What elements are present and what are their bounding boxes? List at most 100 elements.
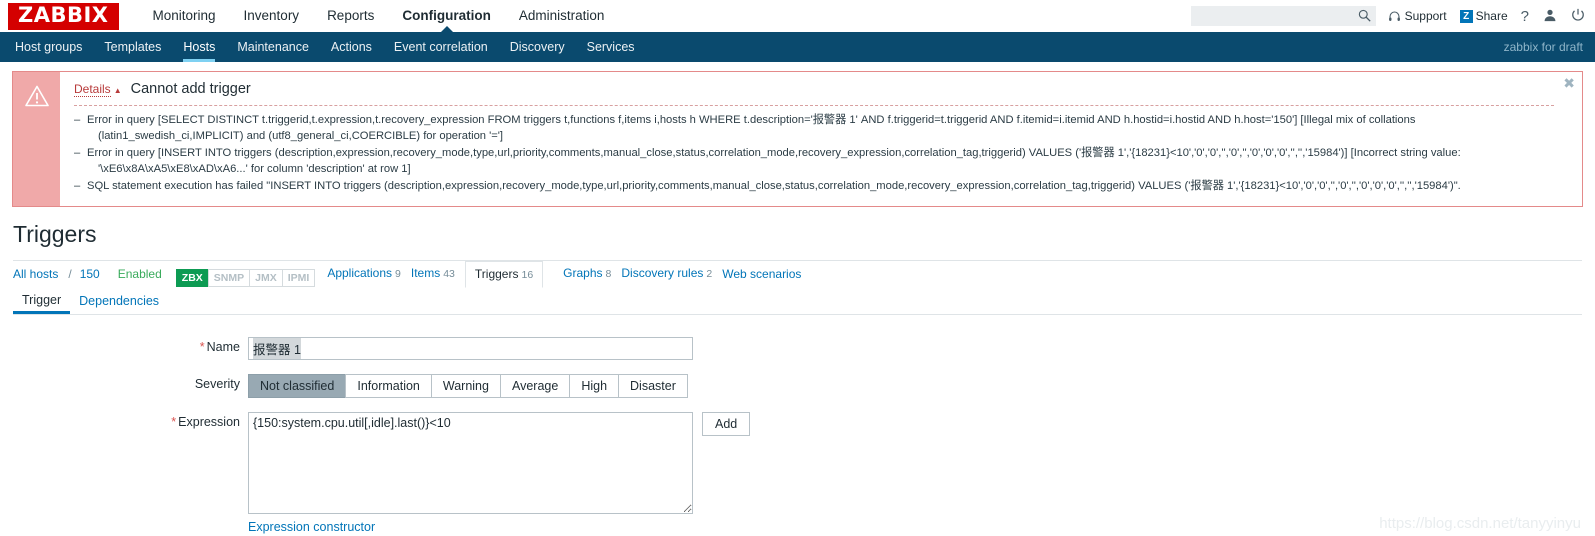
breadcrumb-discovery-rules-count: 2 [706,267,713,280]
error-detail-text: Error in query [INSERT INTO triggers (de… [87,147,1461,159]
warning-triangle-icon [24,85,49,110]
name-input[interactable]: 报警器 1 [248,336,693,360]
tag-snmp: SNMP [207,268,250,287]
breadcrumb-applications-label: Applications [327,265,393,280]
breadcrumb-items-count: 43 [443,267,455,280]
breadcrumb-separator: / [68,266,72,281]
breadcrumb-graphs-label: Graphs [563,265,603,280]
share-icon: Z [1459,9,1473,23]
subnav-item-host-groups[interactable]: Host groups [4,32,93,62]
breadcrumb-discovery-rules[interactable]: Discovery rules 2 [621,260,712,287]
breadcrumb-host[interactable]: 150 [80,261,100,287]
breadcrumb-items-label: Items [410,265,441,280]
name-control: 报警器 1 [248,336,693,360]
breadcrumb-web-scenarios[interactable]: Web scenarios [722,261,801,287]
question-icon: ? [1520,7,1529,25]
message-area: Details ▲ Cannot add trigger Error in qu… [0,62,1595,207]
main-menu: Monitoring Inventory Reports Configurati… [139,0,619,33]
breadcrumb-discovery-rules-label: Discovery rules [621,265,704,280]
host-status-label: Enabled [117,266,162,281]
menu-item-reports[interactable]: Reports [313,0,388,32]
trigger-form: * Name 报警器 1 Severity Not classified Info… [0,315,1595,535]
search-input[interactable] [1190,7,1351,25]
error-detail-list: Error in query [SELECT DISTINCT t.trigge… [74,106,1554,195]
breadcrumb-all-hosts[interactable]: All hosts [13,261,58,287]
required-marker: * [199,339,205,354]
severity-label: Severity [194,376,240,391]
name-label-text: Name [206,339,240,354]
subnav-item-maintenance[interactable]: Maintenance [226,32,320,62]
tab-dependencies[interactable]: Dependencies [70,294,168,314]
error-icon-column [13,72,60,206]
error-detail-text: SQL statement execution has failed "INSE… [87,180,1461,192]
draft-label: zabbix for draft [1503,40,1583,54]
breadcrumb-applications[interactable]: Applications 9 [327,260,401,287]
help-button[interactable]: ? [1521,8,1529,25]
breadcrumb-applications-count: 9 [395,267,401,280]
details-toggle[interactable]: Details [74,82,111,97]
support-link[interactable]: Support [1388,9,1447,23]
breadcrumb-triggers[interactable]: Triggers 16 [464,260,544,288]
severity-not-classified-button[interactable]: Not classified [248,373,346,398]
severity-control: Not classified Information Warning Avera… [248,373,688,398]
page-title: Triggers [13,220,97,247]
severity-button-group: Not classified Information Warning Avera… [248,373,688,398]
breadcrumb-graphs[interactable]: Graphs 8 [563,260,611,287]
menu-item-administration[interactable]: Administration [505,0,619,32]
close-icon[interactable]: ✖ [1563,76,1575,90]
user-profile-button[interactable] [1543,8,1557,25]
subnav-item-discovery[interactable]: Discovery [499,32,576,62]
error-title: Cannot add trigger [130,81,251,97]
form-row-name: * Name 报警器 1 [0,336,1595,360]
subnav-item-hosts[interactable]: Hosts [172,32,226,62]
subnav-item-event-correlation[interactable]: Event correlation [383,32,499,62]
user-icon [1543,8,1557,25]
zabbix-logo[interactable]: ZABBIX [8,2,119,30]
breadcrumb-triggers-label: Triggers [474,266,519,281]
share-label: Share [1475,9,1508,23]
details-arrow-icon[interactable]: ▲ [114,86,122,95]
sub-navigation: Host groups Templates Hosts Maintenance … [0,32,1595,62]
subnav-item-templates[interactable]: Templates [93,32,172,62]
form-tab-strip: Trigger Dependencies [13,286,1582,315]
breadcrumb-items[interactable]: Items 43 [411,260,455,287]
tag-zbx: ZBX [175,268,208,287]
global-search[interactable] [1190,6,1376,26]
menu-item-monitoring[interactable]: Monitoring [139,0,230,32]
severity-average-button[interactable]: Average [499,373,570,398]
error-message-body: Details ▲ Cannot add trigger Error in qu… [60,72,1582,206]
expression-constructor-link[interactable]: Expression constructor [248,520,375,535]
name-label: * Name [0,337,248,360]
tab-trigger[interactable]: Trigger [13,293,71,314]
name-input-value: 报警器 1 [253,337,301,359]
expression-label: * Expression [0,412,248,535]
form-row-expression: *Expression Add Expression constructor [0,411,1595,535]
severity-high-button[interactable]: High [569,373,619,398]
severity-disaster-button[interactable]: Disaster [618,373,688,398]
subnav-item-actions[interactable]: Actions [320,32,383,62]
search-icon[interactable] [1358,9,1371,25]
share-link[interactable]: Z Share [1459,9,1508,23]
expression-textarea[interactable] [248,411,693,514]
error-message-box: Details ▲ Cannot add trigger Error in qu… [12,71,1583,207]
menu-item-configuration[interactable]: Configuration [388,0,504,33]
tag-jmx: JMX [249,268,282,287]
power-icon [1571,8,1585,25]
header-actions: Support Z Share ? [1190,0,1587,32]
error-detail-continuation: (latin1_swedish_ci,IMPLICIT) and (utf8_g… [98,129,504,142]
breadcrumb-graphs-count: 8 [605,267,612,280]
error-header: Details ▲ Cannot add trigger [74,81,1554,106]
tag-ipmi: IPMI [281,268,316,287]
severity-warning-button[interactable]: Warning [430,373,500,398]
menu-item-inventory[interactable]: Inventory [230,0,314,32]
severity-information-button[interactable]: Information [345,373,431,398]
support-label: Support [1404,9,1447,23]
breadcrumb-triggers-count: 16 [521,268,534,281]
add-button[interactable]: Add [702,411,751,436]
headset-icon [1388,10,1401,23]
error-detail-continuation: '\xE6\x8A\xA5\xE8\xAD\xA6...' for column… [98,162,411,175]
required-marker: * [171,414,177,429]
form-row-severity: Severity Not classified Information Warn… [0,373,1595,398]
subnav-item-services[interactable]: Services [576,32,646,62]
logout-button[interactable] [1571,8,1585,25]
